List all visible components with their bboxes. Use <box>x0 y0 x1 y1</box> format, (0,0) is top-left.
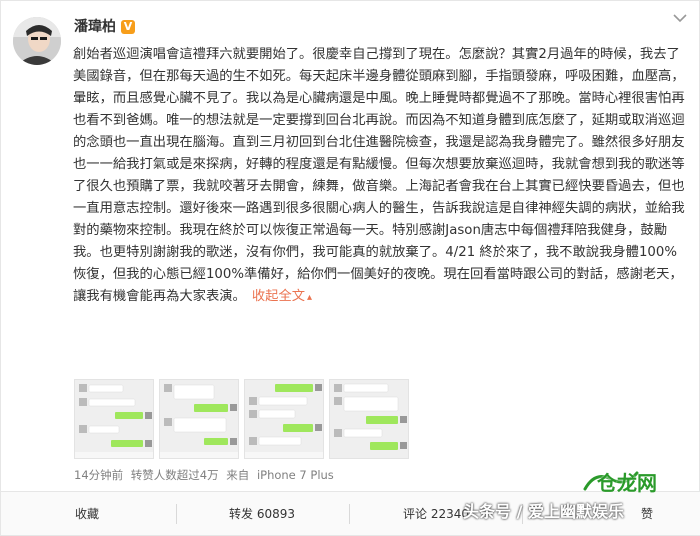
post-time[interactable]: 14分钟前 <box>74 468 123 482</box>
caret-up-icon: ▴ <box>307 292 313 303</box>
post-content: 創始者巡迴演唱會這禮拜六就要開始了。很慶幸自己撐到了現在。怎麼說？其實2月過年的… <box>73 44 689 309</box>
chat-screenshot-image <box>160 380 238 458</box>
reposts-note: 转赞人数超过4万 <box>130 468 219 482</box>
chat-screenshot-thumbnail[interactable] <box>244 379 324 459</box>
collapse-full-text-link[interactable]: 收起全文 ▴ <box>252 289 312 304</box>
weibo-post-card: 潘瑋柏 V 創始者巡迴演唱會這禮拜六就要開始了。很慶幸自己撐到了現在。怎麼說？其… <box>0 0 700 536</box>
chat-screenshot-image <box>245 380 323 458</box>
chat-screenshot-thumbnail[interactable] <box>74 379 154 459</box>
source-prefix: 来自 <box>226 468 250 482</box>
like-button[interactable]: 赞 <box>641 492 653 536</box>
username[interactable]: 潘瑋柏 <box>74 18 116 36</box>
avatar-image <box>13 17 61 65</box>
action-divider <box>349 504 350 524</box>
verified-badge-icon: V <box>121 20 135 34</box>
watermark-text: 头条号 / 爱上幽默娱乐 <box>463 502 624 521</box>
source-device[interactable]: iPhone 7 Plus <box>257 468 334 482</box>
user-avatar[interactable] <box>13 17 61 65</box>
action-divider <box>176 504 177 524</box>
comment-button[interactable]: 评论 22340 <box>403 492 469 536</box>
chevron-down-icon[interactable] <box>673 13 687 23</box>
chat-screenshot-image <box>330 380 408 458</box>
chat-screenshot-image <box>75 380 153 458</box>
chat-screenshot-thumbnail[interactable] <box>159 379 239 459</box>
watermark-logo-text: 仓龙网 <box>597 471 657 495</box>
post-meta: 14分钟前 转赞人数超过4万 来自 iPhone 7 Plus <box>74 467 338 483</box>
chat-screenshot-thumbnail[interactable] <box>329 379 409 459</box>
repost-button[interactable]: 转发 60893 <box>229 492 295 536</box>
favorite-button[interactable]: 收藏 <box>75 492 99 536</box>
collapse-label: 收起全文 <box>251 289 306 304</box>
post-text: 創始者巡迴演唱會這禮拜六就要開始了。很慶幸自己撐到了現在。怎麼說？其實2月過年的… <box>73 47 685 304</box>
